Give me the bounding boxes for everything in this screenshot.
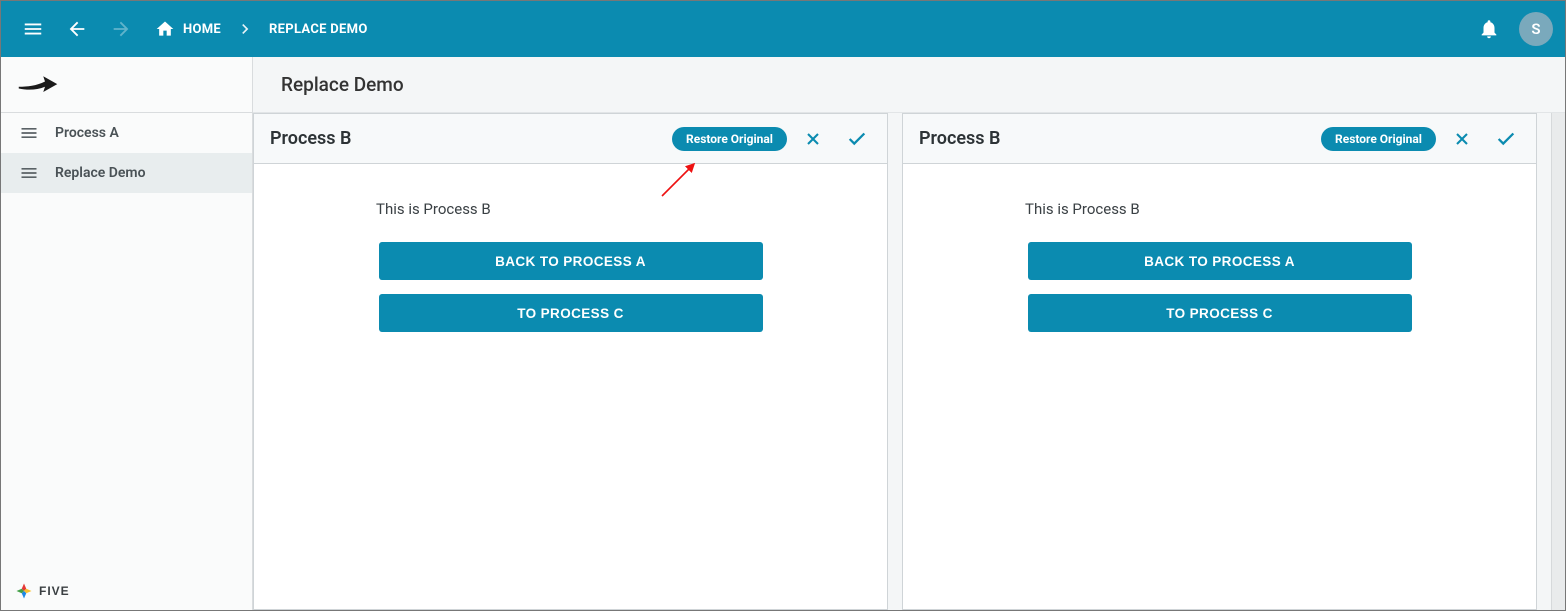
panel-body: This is Process B BACK TO PROCESS A TO P… (254, 164, 887, 609)
check-icon (1495, 128, 1517, 150)
panel-body-text: This is Process B (376, 200, 491, 218)
sidebar-item-label: Replace Demo (55, 165, 146, 181)
scrollbar[interactable] (1551, 113, 1565, 610)
restore-original-button[interactable]: Restore Original (1321, 127, 1436, 151)
sidebar-item-process-a[interactable]: Process A (1, 113, 252, 153)
panel-row: Process B Restore Original This is Proce… (253, 113, 1565, 610)
panel-header: Process B Restore Original (903, 114, 1536, 164)
breadcrumb-home[interactable]: HOME (145, 19, 231, 39)
back-to-process-a-button[interactable]: BACK TO PROCESS A (1028, 242, 1412, 280)
to-process-c-button[interactable]: TO PROCESS C (1028, 294, 1412, 332)
restore-original-button[interactable]: Restore Original (672, 127, 787, 151)
check-icon (846, 128, 868, 150)
chevron-right-icon (235, 19, 255, 39)
panel-body-text: This is Process B (1025, 200, 1140, 218)
back-to-process-a-button[interactable]: BACK TO PROCESS A (379, 242, 763, 280)
avatar-initial: S (1531, 20, 1540, 38)
cancel-button[interactable] (795, 121, 831, 157)
notifications-button[interactable] (1469, 9, 1509, 49)
app-bar: HOME REPLACE DEMO S (1, 1, 1565, 57)
list-icon (19, 123, 39, 143)
sidebar: Process A Replace Demo FIVE (1, 57, 253, 610)
bell-icon (1478, 18, 1500, 40)
arrow-left-icon (66, 18, 88, 40)
nav-back-button[interactable] (57, 9, 97, 49)
hamburger-icon (22, 18, 44, 40)
nav-forward-button (101, 9, 141, 49)
avatar[interactable]: S (1519, 12, 1553, 46)
panel-process-b-right: Process B Restore Original This is Proce… (902, 113, 1537, 610)
arrow-right-icon (110, 18, 132, 40)
breadcrumb-current-label: REPLACE DEMO (269, 22, 368, 37)
breadcrumb-home-label: HOME (183, 22, 221, 37)
confirm-button[interactable] (1488, 121, 1524, 157)
five-logo-icon (15, 582, 33, 600)
cancel-button[interactable] (1444, 121, 1480, 157)
page-title: Replace Demo (253, 57, 1565, 113)
brand-label: FIVE (39, 584, 70, 598)
forward-arrow-icon (17, 72, 59, 98)
list-icon (19, 163, 39, 183)
confirm-button[interactable] (839, 121, 875, 157)
main-area: Replace Demo Process B Restore Original (253, 57, 1565, 610)
sidebar-item-label: Process A (55, 125, 119, 141)
sidebar-item-replace-demo[interactable]: Replace Demo (1, 153, 252, 193)
panel-body: This is Process B BACK TO PROCESS A TO P… (903, 164, 1536, 609)
home-icon (155, 19, 175, 39)
sidebar-header (1, 57, 252, 113)
breadcrumb-current[interactable]: REPLACE DEMO (259, 22, 378, 37)
to-process-c-button[interactable]: TO PROCESS C (379, 294, 763, 332)
panel-title: Process B (270, 128, 351, 149)
close-icon (1452, 129, 1472, 149)
menu-button[interactable] (13, 9, 53, 49)
panel-process-b-left: Process B Restore Original This is Proce… (253, 113, 888, 610)
panel-header: Process B Restore Original (254, 114, 887, 164)
panel-title: Process B (919, 128, 1000, 149)
sidebar-brand: FIVE (1, 572, 252, 610)
close-icon (803, 129, 823, 149)
